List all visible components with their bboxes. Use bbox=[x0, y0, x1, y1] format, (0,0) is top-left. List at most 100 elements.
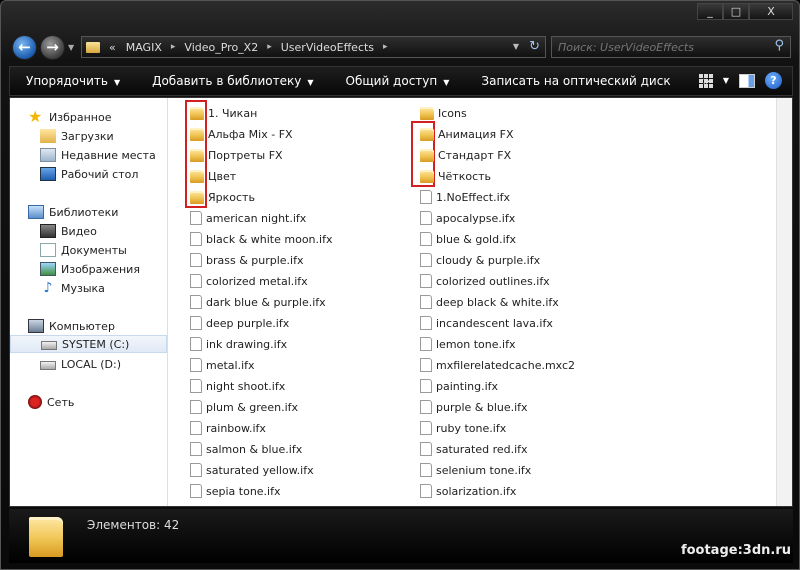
item-name: painting.ifx bbox=[436, 379, 499, 393]
file-item[interactable]: cloudy & purple.ifx bbox=[420, 251, 540, 269]
file-item[interactable]: selenium tone.ifx bbox=[420, 461, 531, 479]
file-item[interactable]: colorized metal.ifx bbox=[190, 272, 308, 290]
nav-desktop[interactable]: Рабочий стол bbox=[10, 165, 167, 183]
folder-item[interactable]: Портреты FX bbox=[190, 146, 283, 164]
folder-item[interactable]: Альфа Mix - FX bbox=[190, 125, 293, 143]
nav-computer[interactable]: Компьютер bbox=[10, 317, 167, 335]
documents-icon bbox=[40, 243, 56, 257]
recent-pages-dropdown[interactable]: ▼ bbox=[68, 43, 74, 52]
search-input[interactable] bbox=[552, 37, 762, 57]
file-item[interactable]: deep purple.ifx bbox=[190, 314, 289, 332]
nav-downloads[interactable]: Загрузки bbox=[10, 127, 167, 145]
breadcrumb-user-video-effects[interactable]: UserVideoEffects bbox=[276, 41, 379, 54]
minimize-button[interactable]: _ bbox=[697, 3, 723, 20]
chevron-right-icon[interactable]: ▸ bbox=[167, 42, 180, 52]
file-item[interactable]: purple & blue.ifx bbox=[420, 398, 528, 416]
back-button[interactable]: ← bbox=[12, 35, 37, 60]
file-item[interactable]: mxfilerelatedcache.mxc2 bbox=[420, 356, 575, 374]
file-item[interactable]: blue & gold.ifx bbox=[420, 230, 516, 248]
breadcrumb-overflow[interactable]: « bbox=[104, 41, 121, 54]
item-name: Цвет bbox=[208, 169, 237, 183]
nav-label: Музыка bbox=[61, 281, 105, 295]
file-icon bbox=[420, 190, 432, 204]
file-item[interactable]: apocalypse.ifx bbox=[420, 209, 515, 227]
breadcrumb-magix[interactable]: MAGIX bbox=[121, 41, 167, 54]
burn-button[interactable]: Записать на оптический диск bbox=[465, 74, 686, 88]
item-name: metal.ifx bbox=[206, 358, 255, 372]
file-icon bbox=[190, 400, 202, 414]
add-to-library-label: Добавить в библиотеку bbox=[152, 74, 302, 88]
nav-label: Сеть bbox=[47, 395, 75, 409]
add-to-library-menu[interactable]: Добавить в библиотеку ▼ bbox=[136, 74, 329, 88]
folder-item[interactable]: Стандарт FX bbox=[420, 146, 511, 164]
file-item[interactable]: saturated yellow.ifx bbox=[190, 461, 314, 479]
file-item[interactable]: brass & purple.ifx bbox=[190, 251, 304, 269]
forward-button[interactable]: → bbox=[40, 35, 65, 60]
nav-drive-c[interactable]: SYSTEM (C:) bbox=[10, 335, 167, 353]
file-item[interactable]: painting.ifx bbox=[420, 377, 498, 395]
breadcrumb-video-pro[interactable]: Video_Pro_X2 bbox=[179, 41, 263, 54]
file-item[interactable]: rainbow.ifx bbox=[190, 419, 266, 437]
vertical-scrollbar[interactable] bbox=[776, 98, 792, 506]
chevron-down-icon[interactable]: ▼ bbox=[513, 42, 519, 51]
folder-item[interactable]: Icons bbox=[420, 104, 467, 122]
folder-item[interactable]: Яркость bbox=[190, 188, 255, 206]
nav-pictures[interactable]: Изображения bbox=[10, 260, 167, 278]
folder-item[interactable]: Цвет bbox=[190, 167, 236, 185]
file-item[interactable]: colorized outlines.ifx bbox=[420, 272, 550, 290]
item-name: Альфа Mix - FX bbox=[208, 127, 293, 141]
chevron-right-icon[interactable]: ▸ bbox=[379, 42, 392, 52]
command-bar: Упорядочить ▼ Добавить в библиотеку ▼ Общи… bbox=[9, 66, 793, 96]
file-item[interactable]: american night.ifx bbox=[190, 209, 306, 227]
file-item[interactable]: plum & green.ifx bbox=[190, 398, 298, 416]
nav-label: Видео bbox=[61, 224, 97, 238]
file-item[interactable]: metal.ifx bbox=[190, 356, 255, 374]
file-item[interactable]: ruby tone.ifx bbox=[420, 419, 506, 437]
title-bar: _ □ X bbox=[1, 1, 800, 29]
item-name: night shoot.ifx bbox=[206, 379, 286, 393]
close-button[interactable]: X bbox=[749, 3, 793, 20]
nav-libraries[interactable]: Библиотеки bbox=[10, 203, 167, 221]
organize-menu[interactable]: Упорядочить ▼ bbox=[10, 74, 136, 88]
file-item[interactable]: incandescent lava.ifx bbox=[420, 314, 553, 332]
file-icon bbox=[190, 232, 202, 246]
large-folder-icon bbox=[29, 517, 63, 557]
refresh-icon[interactable]: ↻ bbox=[529, 39, 540, 54]
chevron-down-icon[interactable]: ▼ bbox=[723, 76, 729, 85]
chevron-right-icon[interactable]: ▸ bbox=[263, 42, 276, 52]
folder-item[interactable]: Анимация FX bbox=[420, 125, 514, 143]
file-item[interactable]: 1.NoEffect.ifx bbox=[420, 188, 510, 206]
view-options-icon[interactable] bbox=[698, 73, 713, 88]
file-item[interactable]: black & white moon.ifx bbox=[190, 230, 332, 248]
file-item[interactable]: lemon tone.ifx bbox=[420, 335, 515, 353]
nav-favorites[interactable]: ★ Избранное bbox=[10, 108, 167, 126]
item-name: Анимация FX bbox=[438, 127, 514, 141]
nav-label: Рабочий стол bbox=[61, 167, 139, 181]
maximize-button[interactable]: □ bbox=[723, 3, 749, 20]
share-menu[interactable]: Общий доступ ▼ bbox=[330, 74, 466, 88]
nav-music[interactable]: ♪ Музыка bbox=[10, 279, 167, 297]
nav-video[interactable]: Видео bbox=[10, 222, 167, 240]
hard-drive-icon bbox=[41, 341, 57, 350]
address-bar[interactable]: « MAGIX ▸ Video_Pro_X2 ▸ UserVideoEffect… bbox=[81, 36, 546, 58]
file-item[interactable]: sepia tone.ifx bbox=[190, 482, 281, 500]
file-item[interactable]: night shoot.ifx bbox=[190, 377, 285, 395]
preview-pane-icon[interactable] bbox=[739, 73, 755, 88]
folder-item[interactable]: 1. Чикан bbox=[190, 104, 257, 122]
nav-drive-d[interactable]: LOCAL (D:) bbox=[10, 355, 167, 373]
nav-recent-places[interactable]: Недавние места bbox=[10, 146, 167, 164]
file-icon bbox=[420, 232, 432, 246]
file-icon bbox=[190, 211, 202, 225]
file-item[interactable]: dark blue & purple.ifx bbox=[190, 293, 326, 311]
file-item[interactable]: deep black & white.ifx bbox=[420, 293, 559, 311]
file-item[interactable]: saturated red.ifx bbox=[420, 440, 528, 458]
nav-network[interactable]: Сеть bbox=[10, 393, 167, 411]
nav-documents[interactable]: Документы bbox=[10, 241, 167, 259]
folder-item[interactable]: Чёткость bbox=[420, 167, 491, 185]
help-button[interactable]: ? bbox=[765, 72, 782, 89]
item-name: saturated red.ifx bbox=[436, 442, 528, 456]
file-item[interactable]: ink drawing.ifx bbox=[190, 335, 287, 353]
search-icon[interactable]: ⚲ bbox=[774, 38, 784, 53]
file-item[interactable]: solarization.ifx bbox=[420, 482, 516, 500]
file-item[interactable]: salmon & blue.ifx bbox=[190, 440, 302, 458]
